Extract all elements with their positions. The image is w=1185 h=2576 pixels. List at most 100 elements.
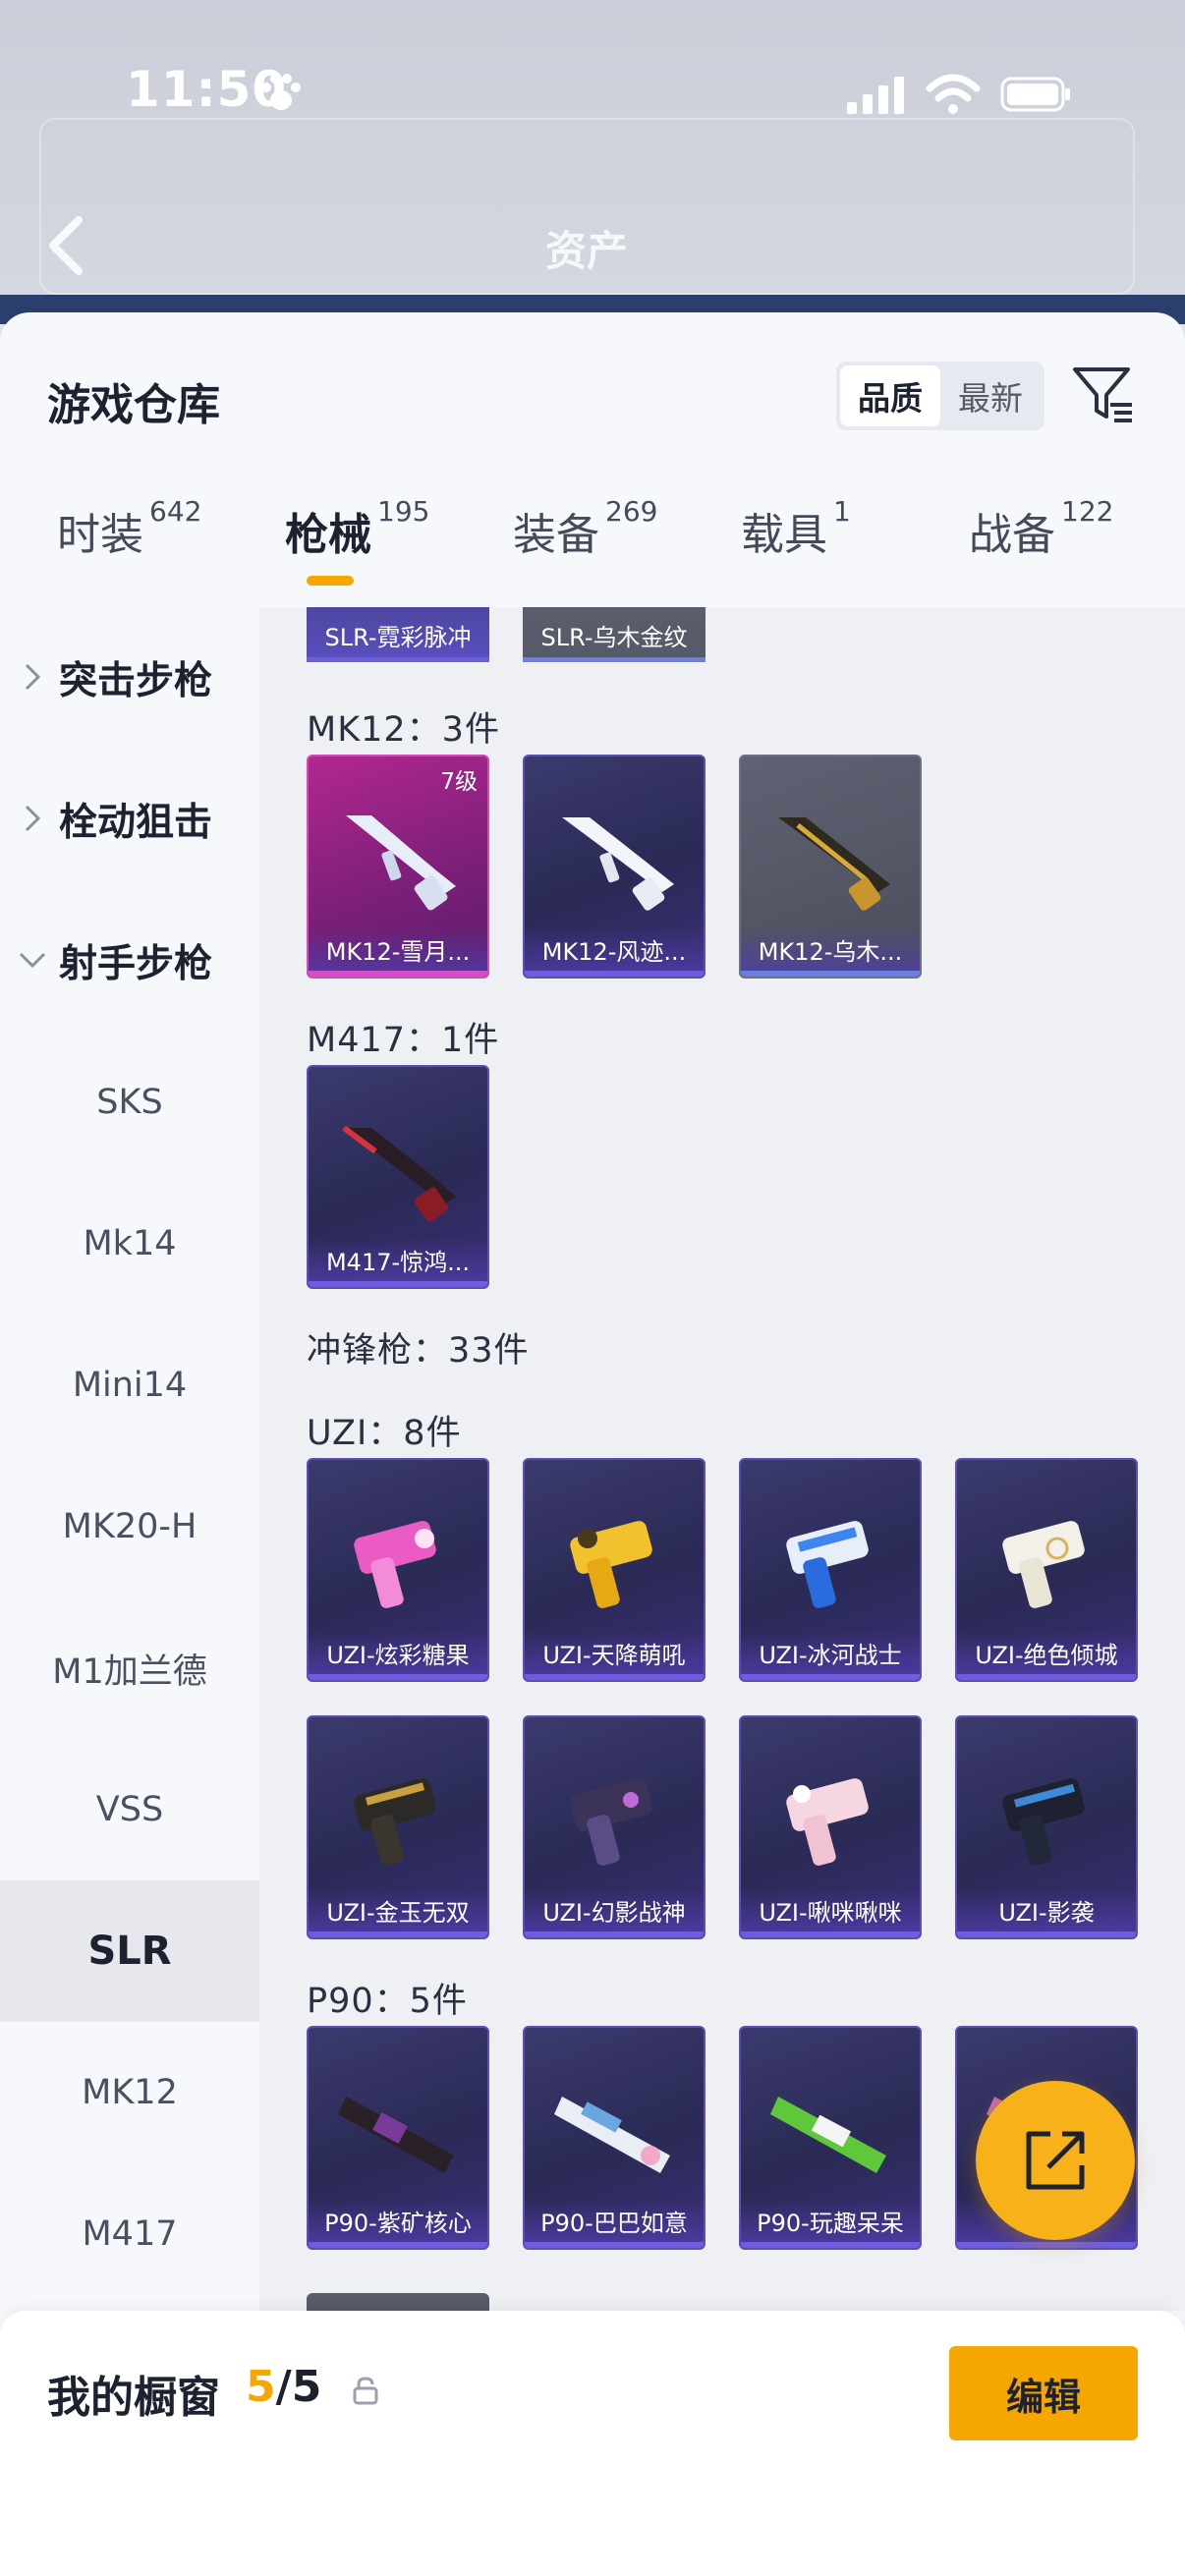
- skin-card[interactable]: 7级 MK12-雪月...: [307, 755, 489, 979]
- skin-card[interactable]: UZI-金玉无双: [307, 1715, 489, 1939]
- warehouse-sheet: 游戏仓库 品质 最新 时装 642 枪械 195 装备 269 载具 1 战备 122 突…: [0, 312, 1185, 2576]
- skin-name: P90-巴巴如意: [525, 2199, 704, 2242]
- sidebar-category-assault-rifle[interactable]: 突击步枪: [0, 607, 259, 749]
- sort-newest-button[interactable]: 最新: [940, 365, 1041, 426]
- card-rarity-bar: [523, 657, 705, 662]
- tab-firearms[interactable]: 枪械 195: [285, 495, 429, 607]
- card-rarity-bar: [957, 1674, 1136, 1680]
- tab-label: 载具: [741, 510, 827, 560]
- showcase-bar: 我的橱窗 5/5 编辑: [0, 2311, 1185, 2576]
- status-bar: 11:50: [0, 0, 1185, 128]
- sidebar-item-slr[interactable]: SLR: [0, 1880, 259, 2022]
- tab-count: 642: [149, 495, 202, 528]
- skin-name: SLR-乌木金纹: [540, 623, 688, 651]
- sidebar-item-m1-garand[interactable]: M1加兰德: [0, 1597, 259, 1739]
- share-button[interactable]: [976, 2081, 1135, 2240]
- skin-name: UZI-啾咪啾咪: [741, 1888, 920, 1932]
- tab-combat-gear[interactable]: 战备 122: [969, 495, 1113, 607]
- skin-name: UZI-金玉无双: [309, 1888, 487, 1932]
- smg-icon: [1002, 1778, 1085, 1866]
- share-icon: [1026, 2131, 1085, 2190]
- skin-card[interactable]: UZI-啾咪啾咪: [739, 1715, 922, 1939]
- showcase-total: /5: [275, 2362, 322, 2412]
- skin-card[interactable]: UZI-天降萌吼: [523, 1458, 705, 1682]
- skin-card[interactable]: SLR-霓彩脉冲: [307, 607, 489, 662]
- paw-icon: [261, 74, 301, 110]
- group-heading-p90: P90：5件: [307, 1982, 468, 2021]
- showcase-count: 5/5: [246, 2362, 321, 2412]
- sidebar-item-mk20h[interactable]: MK20-H: [0, 1456, 259, 1597]
- chevron-right-icon: [25, 663, 41, 691]
- smg-icon: [786, 1521, 869, 1608]
- skin-card[interactable]: UZI-炫彩糖果: [307, 1458, 489, 1682]
- smg-icon: [570, 1521, 652, 1608]
- skin-name: UZI-天降萌吼: [525, 1631, 704, 1674]
- skin-name: UZI-幻影战神: [525, 1888, 704, 1932]
- sort-toggle: 品质 最新: [836, 362, 1044, 430]
- edit-button[interactable]: 编辑: [949, 2346, 1138, 2440]
- tab-fashion[interactable]: 时装 642: [57, 495, 201, 607]
- sidebar-category-marksman-rifle[interactable]: 射手步枪: [0, 890, 259, 1032]
- skin-card[interactable]: M417-惊鸿...: [307, 1065, 489, 1289]
- card-rarity-bar: [525, 1932, 704, 1937]
- skin-card[interactable]: SLR-乌木金纹: [523, 607, 705, 662]
- skin-card[interactable]: UZI-绝色倾城: [955, 1458, 1138, 1682]
- smg-icon: [354, 1778, 436, 1866]
- skin-card[interactable]: MK12-乌木...: [739, 755, 922, 979]
- sort-quality-button[interactable]: 品质: [840, 365, 940, 426]
- rifle-icon: [562, 817, 674, 911]
- card-rarity-bar: [525, 2242, 704, 2248]
- card-rarity-bar: [741, 1674, 920, 1680]
- tab-label: 枪械: [285, 510, 371, 560]
- card-rarity-bar: [309, 2242, 487, 2248]
- skin-card-partial[interactable]: [307, 2293, 489, 2311]
- showcase-title: 我的橱窗: [47, 2373, 220, 2423]
- sidebar-item-vss[interactable]: VSS: [0, 1739, 259, 1880]
- tab-equipment[interactable]: 装备 269: [513, 495, 657, 607]
- skin-card[interactable]: UZI-幻影战神: [523, 1715, 705, 1939]
- skin-card[interactable]: UZI-影袭: [955, 1715, 1138, 1939]
- skin-name: UZI-冰河战士: [741, 1631, 920, 1674]
- chevron-down-icon: [19, 952, 46, 969]
- group-heading-uzi: UZI：8件: [307, 1414, 462, 1453]
- card-rarity-bar: [741, 1932, 920, 1937]
- skin-card[interactable]: P90-巴巴如意: [523, 2026, 705, 2250]
- sidebar-item-mk12[interactable]: MK12: [0, 2022, 259, 2163]
- chevron-right-icon: [25, 805, 41, 832]
- card-rarity-bar: [957, 1932, 1136, 1937]
- skin-card[interactable]: P90-玩趣呆呆: [739, 2026, 922, 2250]
- smg-icon: [770, 2097, 886, 2173]
- sidebar-category-label: 射手步枪: [59, 942, 213, 986]
- filter-icon[interactable]: [1071, 362, 1136, 426]
- card-rarity-bar: [741, 971, 920, 977]
- skin-card[interactable]: UZI-冰河战士: [739, 1458, 922, 1682]
- tab-vehicles[interactable]: 载具 1: [741, 495, 851, 607]
- group-heading-mk12: MK12：3件: [307, 710, 500, 750]
- tab-count: 195: [377, 495, 430, 528]
- skin-name: MK12-雪月...: [309, 927, 487, 971]
- tab-count: 122: [1061, 495, 1114, 528]
- sidebar-item-sks[interactable]: SKS: [0, 1032, 259, 1173]
- skin-name: UZI-炫彩糖果: [309, 1631, 487, 1674]
- rifle-icon: [342, 1125, 456, 1222]
- card-rarity-bar: [309, 1674, 487, 1680]
- wifi-icon: [926, 74, 981, 114]
- sidebar-item-mk14[interactable]: Mk14: [0, 1173, 259, 1315]
- card-rarity-bar: [309, 1932, 487, 1937]
- card-rarity-bar: [957, 2242, 1136, 2248]
- sidebar-item-m417[interactable]: M417: [0, 2163, 259, 2305]
- skin-card[interactable]: P90-紫矿核心: [307, 2026, 489, 2250]
- card-rarity-bar: [525, 1674, 704, 1680]
- sidebar-item-mini14[interactable]: Mini14: [0, 1315, 259, 1456]
- smg-icon: [1002, 1521, 1085, 1608]
- tab-label: 战备: [969, 510, 1055, 560]
- battery-icon: [1000, 77, 1070, 112]
- rifle-icon: [778, 817, 890, 911]
- showcase-current: 5: [246, 2362, 276, 2412]
- card-rarity-bar: [309, 1281, 487, 1287]
- back-icon[interactable]: [45, 214, 85, 277]
- skin-card[interactable]: MK12-风迹...: [523, 755, 705, 979]
- sidebar-category-bolt-sniper[interactable]: 栓动狙击: [0, 749, 259, 890]
- lock-icon: [353, 2377, 378, 2405]
- group-heading-m417: M417：1件: [307, 1021, 500, 1060]
